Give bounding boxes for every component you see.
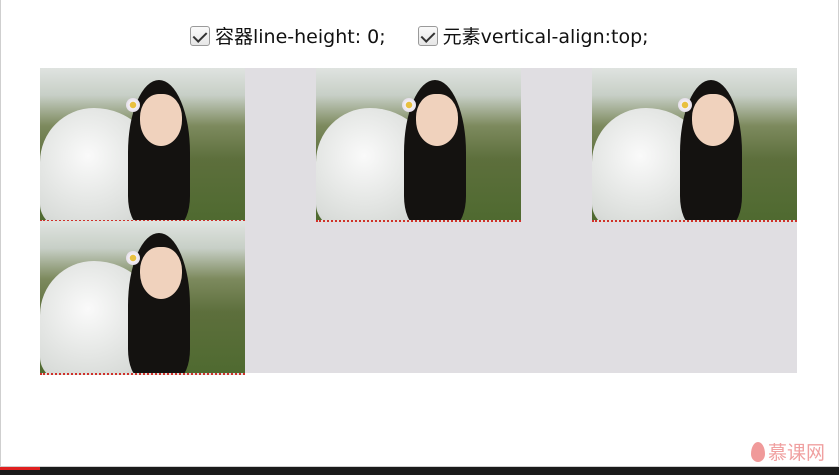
photo xyxy=(40,68,245,222)
vertical-align-toggle[interactable]: 元素vertical-align:top; xyxy=(417,22,649,49)
watermark-text: 慕课网 xyxy=(767,442,825,464)
video-progress-bar[interactable] xyxy=(0,467,839,475)
photo xyxy=(316,68,521,222)
photo xyxy=(40,221,245,375)
checkbox-checked-icon[interactable] xyxy=(417,25,438,46)
options-bar: 容器line-height: 0; 元素vertical-align:top; xyxy=(190,22,649,49)
checkbox-checked-icon[interactable] xyxy=(190,25,210,46)
progress-fill xyxy=(0,467,40,470)
line-height-label: 容器line-height: 0; xyxy=(215,26,386,48)
line-height-toggle[interactable]: 容器line-height: 0; xyxy=(190,22,386,49)
watermark-logo: 慕课网 xyxy=(750,438,825,465)
flame-icon xyxy=(750,441,765,462)
image-container xyxy=(40,68,797,375)
vertical-align-label: 元素vertical-align:top; xyxy=(442,26,649,48)
photo xyxy=(592,68,797,222)
